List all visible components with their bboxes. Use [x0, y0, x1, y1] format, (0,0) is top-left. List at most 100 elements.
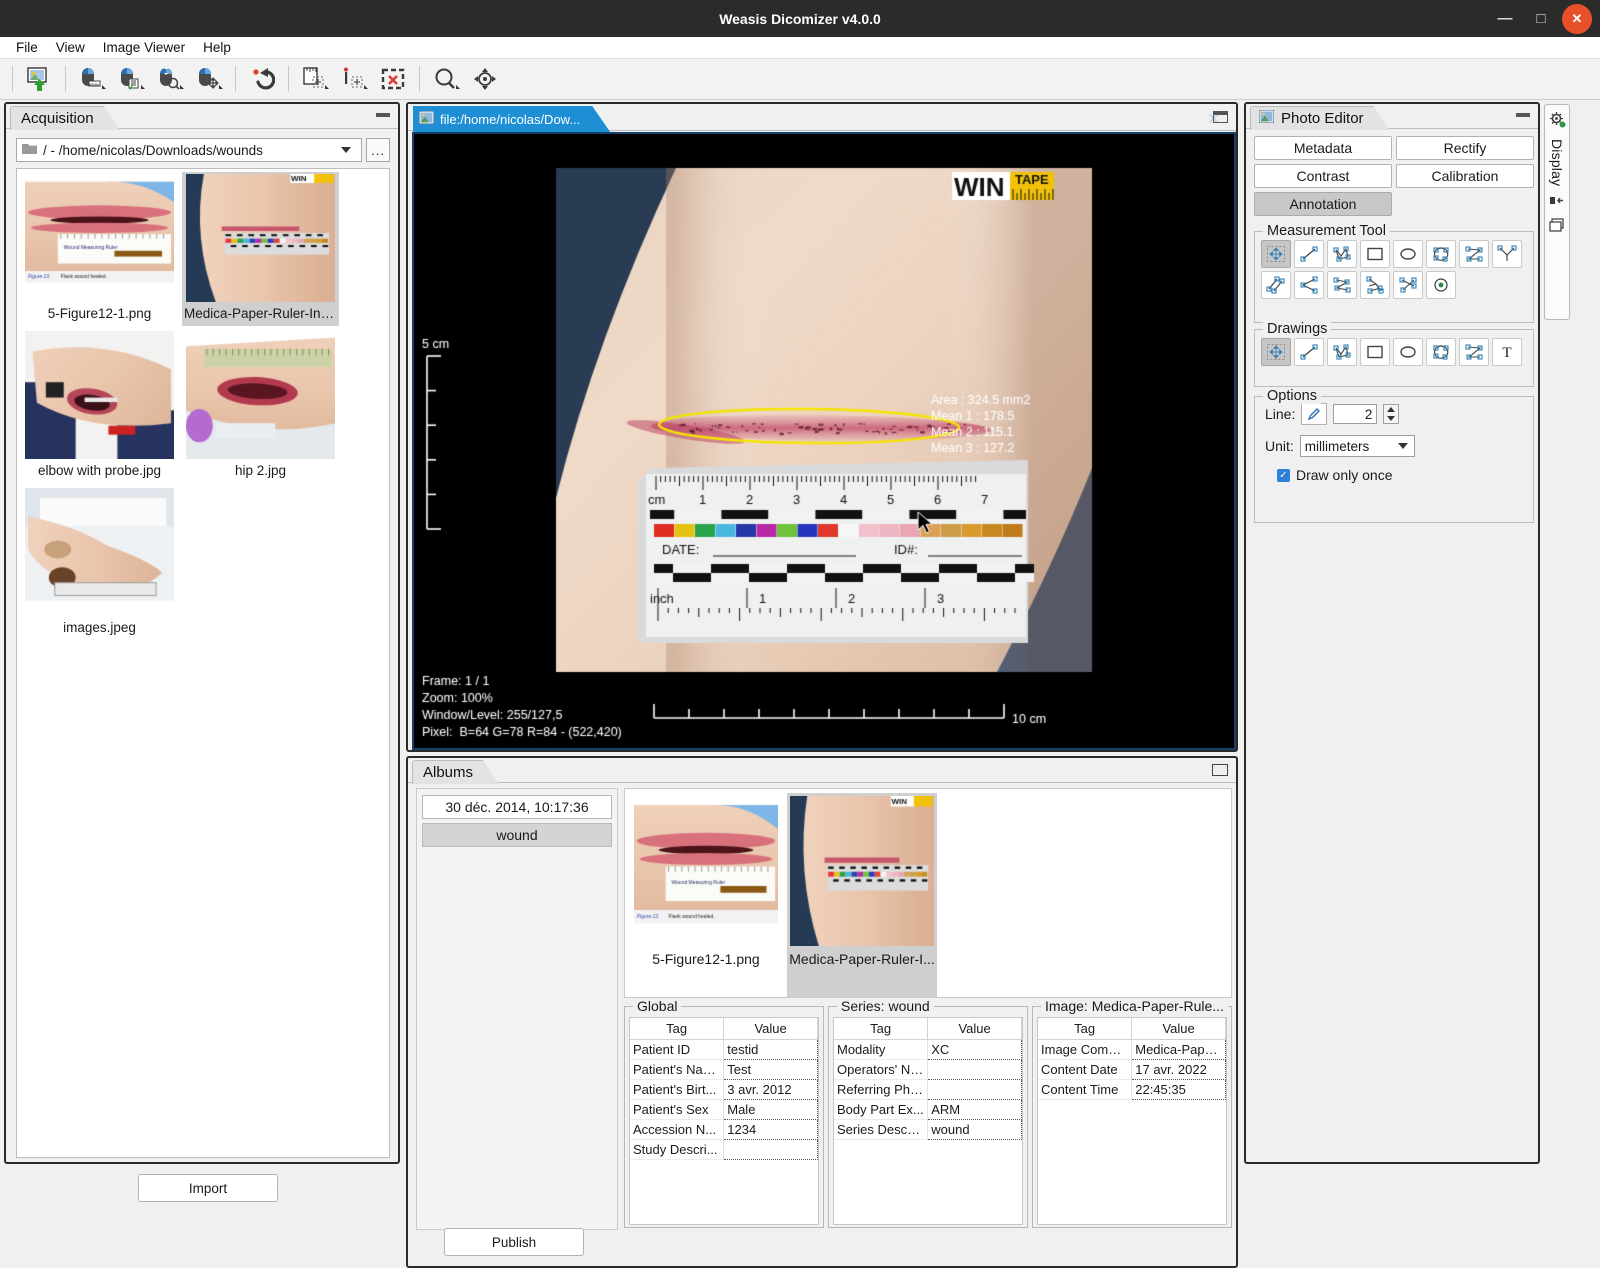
rectangle-draw-icon[interactable] — [1360, 338, 1390, 366]
mouse-zoom-icon[interactable] — [151, 62, 189, 96]
window-icon[interactable] — [1549, 218, 1565, 235]
albums-maximize-icon[interactable] — [1212, 764, 1228, 776]
acquisition-thumbnail-item[interactable]: Medica-Paper-Ruler-Inch-... — [182, 172, 339, 326]
table-row[interactable]: Accession N...1234 — [630, 1119, 818, 1139]
table-row[interactable]: Operators' Na... — [834, 1059, 1022, 1079]
image-canvas-container[interactable] — [412, 132, 1236, 750]
tag-value-cell[interactable]: Male — [724, 1099, 818, 1119]
menu-item-file[interactable]: File — [8, 38, 46, 57]
tab-albums[interactable]: Albums — [412, 760, 499, 784]
four-point-angle-icon[interactable] — [1327, 271, 1357, 299]
delete-selection-icon[interactable] — [374, 62, 412, 96]
tag-value-cell[interactable]: Medica-Paper... — [1132, 1039, 1226, 1059]
menu-item-view[interactable]: View — [48, 38, 93, 57]
tag-value-cell[interactable]: 3 avr. 2012 — [724, 1079, 818, 1099]
contrast-button[interactable]: Contrast — [1254, 164, 1392, 188]
magnifier-icon[interactable] — [427, 62, 465, 96]
acquisition-thumbnail-list[interactable]: 5-Figure12-1.pngMedica-Paper-Ruler-Inch-… — [16, 168, 390, 1158]
polyline-draw-icon[interactable] — [1327, 338, 1357, 366]
table-row[interactable]: Study Descri... — [630, 1139, 818, 1159]
import-button[interactable]: Import — [138, 1174, 278, 1202]
tag-value-cell[interactable] — [928, 1079, 1022, 1099]
tag-value-cell[interactable]: 22:45:35 — [1132, 1079, 1226, 1099]
publish-button[interactable]: Publish — [444, 1228, 584, 1256]
album-thumbnail-item[interactable]: 5-Figure12-1.png — [631, 793, 781, 997]
tag-value-cell[interactable] — [928, 1059, 1022, 1079]
tag-value-cell[interactable]: testid — [724, 1039, 818, 1059]
perpendicular-icon[interactable] — [1393, 271, 1423, 299]
line-tool-icon[interactable] — [1294, 240, 1324, 268]
tag-value-cell[interactable]: 17 avr. 2022 — [1132, 1059, 1226, 1079]
unit-select[interactable]: millimeters — [1300, 435, 1415, 457]
album-date[interactable]: 30 déc. 2014, 10:17:36 — [422, 795, 612, 819]
tag-value-cell[interactable]: ARM — [928, 1099, 1022, 1119]
open-angle-tool-icon[interactable] — [1294, 271, 1324, 299]
rectify-button[interactable]: Rectify — [1396, 136, 1534, 160]
synch-icon[interactable] — [466, 62, 504, 96]
tag-table[interactable]: TagValuePatient IDtestidPatient's NameTe… — [629, 1017, 819, 1225]
path-combobox[interactable]: / - /home/nicolas/Downloads/wounds — [16, 138, 362, 162]
acquisition-thumbnail-item[interactable]: hip 2.jpg — [182, 329, 339, 483]
viewer-maximize-icon[interactable] — [1213, 111, 1228, 123]
table-row[interactable]: Referring Phy... — [834, 1079, 1022, 1099]
reset-icon[interactable] — [243, 62, 281, 96]
tag-value-cell[interactable]: wound — [928, 1119, 1022, 1139]
layout-icon[interactable] — [1549, 194, 1565, 210]
tab-acquisition[interactable]: Acquisition — [10, 106, 120, 130]
table-row[interactable]: Series Descri...wound — [834, 1119, 1022, 1139]
chevron-down-icon[interactable] — [1398, 443, 1408, 449]
mouse-measure-icon[interactable] — [73, 62, 111, 96]
tag-table[interactable]: TagValueImage Comm...Medica-Paper...Cont… — [1037, 1017, 1227, 1225]
annotation-toggle-icon[interactable] — [335, 62, 373, 96]
ellipse-tool-icon[interactable] — [1393, 240, 1423, 268]
acquisition-minimize-icon[interactable] — [376, 113, 390, 117]
column-header[interactable]: Tag — [1038, 1018, 1132, 1039]
shutter-tool-icon[interactable] — [1459, 240, 1489, 268]
calibration-button[interactable]: Calibration — [1396, 164, 1534, 188]
text-draw-icon[interactable]: T — [1492, 338, 1522, 366]
acquisition-thumbnail-item[interactable]: images.jpeg — [21, 486, 178, 640]
rectangle-tool-icon[interactable] — [1360, 240, 1390, 268]
album-thumbnail-strip[interactable]: 5-Figure12-1.pngMedica-Paper-Ruler-I... — [624, 788, 1232, 998]
angle-tool-icon[interactable] — [1492, 240, 1522, 268]
draw-once-row[interactable]: ✓ Draw only once — [1255, 457, 1533, 483]
point-tool-icon[interactable] — [1426, 271, 1456, 299]
import-image-icon[interactable] — [20, 62, 58, 96]
table-row[interactable]: Body Part Ex...ARM — [834, 1099, 1022, 1119]
polyline-tool-icon[interactable] — [1327, 240, 1357, 268]
cobb-angle-icon[interactable] — [1360, 271, 1390, 299]
chevron-down-icon[interactable] — [341, 147, 351, 153]
pen-color-icon[interactable] — [1301, 403, 1327, 425]
maximize-button[interactable]: □ — [1526, 4, 1556, 34]
column-header[interactable]: Value — [1132, 1018, 1226, 1039]
selection-tool-icon[interactable] — [1261, 240, 1291, 268]
minimize-button[interactable]: — — [1490, 4, 1520, 34]
column-header[interactable]: Value — [928, 1018, 1022, 1039]
tag-value-cell[interactable]: Test — [724, 1059, 818, 1079]
close-button[interactable]: ✕ — [1562, 4, 1592, 34]
table-row[interactable]: Content Date17 avr. 2022 — [1038, 1059, 1226, 1079]
metadata-button[interactable]: Metadata — [1254, 136, 1392, 160]
column-header[interactable]: Value — [724, 1018, 818, 1039]
selection-draw-icon[interactable] — [1261, 338, 1291, 366]
table-row[interactable]: ModalityXC — [834, 1039, 1022, 1059]
acquisition-thumbnail-item[interactable]: 5-Figure12-1.png — [21, 172, 178, 326]
polygon-draw-icon[interactable] — [1426, 338, 1456, 366]
menu-item-image-viewer[interactable]: Image Viewer — [95, 38, 193, 57]
column-header[interactable]: Tag — [630, 1018, 724, 1039]
acquisition-thumbnail-item[interactable]: elbow with probe.jpg — [21, 329, 178, 483]
editor-minimize-icon[interactable] — [1516, 113, 1530, 117]
tag-table[interactable]: TagValueModalityXCOperators' Na...Referr… — [833, 1017, 1023, 1225]
mouse-context-icon[interactable] — [112, 62, 150, 96]
mouse-pan-icon[interactable] — [190, 62, 228, 96]
album-series-list[interactable]: 30 déc. 2014, 10:17:36 wound — [416, 788, 618, 1230]
parallel-tool-icon[interactable] — [1261, 271, 1291, 299]
album-thumbnail-item[interactable]: Medica-Paper-Ruler-I... — [787, 793, 937, 997]
line-draw-icon[interactable] — [1294, 338, 1324, 366]
browse-button[interactable]: ... — [366, 138, 390, 162]
album-series-item[interactable]: wound — [422, 823, 612, 847]
annotation-button[interactable]: Annotation — [1254, 192, 1392, 216]
table-row[interactable]: Patient's NameTest — [630, 1059, 818, 1079]
column-header[interactable]: Tag — [834, 1018, 928, 1039]
settings-icon[interactable] — [1549, 111, 1566, 131]
